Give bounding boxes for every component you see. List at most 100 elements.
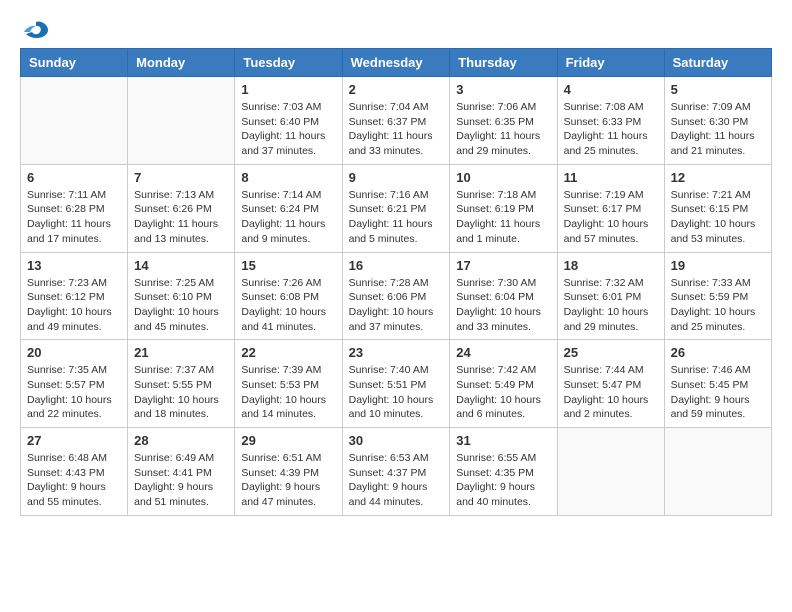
calendar-cell: 31 Sunrise: 6:55 AM Sunset: 4:35 PM Dayli… xyxy=(450,428,557,516)
day-info: Sunrise: 7:25 AM Sunset: 6:10 PM Dayligh… xyxy=(134,276,228,335)
day-number: 12 xyxy=(671,170,765,185)
calendar-cell: 29 Sunrise: 6:51 AM Sunset: 4:39 PM Dayli… xyxy=(235,428,342,516)
day-info: Sunrise: 6:55 AM Sunset: 4:35 PM Dayligh… xyxy=(456,451,550,510)
day-number: 26 xyxy=(671,345,765,360)
calendar-cell: 3 Sunrise: 7:06 AM Sunset: 6:35 PM Daylig… xyxy=(450,77,557,165)
logo xyxy=(20,20,50,38)
day-info: Sunrise: 7:42 AM Sunset: 5:49 PM Dayligh… xyxy=(456,363,550,422)
day-info: Sunrise: 6:48 AM Sunset: 4:43 PM Dayligh… xyxy=(27,451,121,510)
day-number: 21 xyxy=(134,345,228,360)
day-number: 20 xyxy=(27,345,121,360)
calendar-cell: 21 Sunrise: 7:37 AM Sunset: 5:55 PM Dayli… xyxy=(128,340,235,428)
weekday-sunday: Sunday xyxy=(21,49,128,77)
calendar-cell: 18 Sunrise: 7:32 AM Sunset: 6:01 PM Dayli… xyxy=(557,252,664,340)
day-info: Sunrise: 7:09 AM Sunset: 6:30 PM Dayligh… xyxy=(671,100,765,159)
weekday-saturday: Saturday xyxy=(664,49,771,77)
day-info: Sunrise: 7:35 AM Sunset: 5:57 PM Dayligh… xyxy=(27,363,121,422)
weekday-header-row: SundayMondayTuesdayWednesdayThursdayFrid… xyxy=(21,49,772,77)
calendar-cell xyxy=(21,77,128,165)
week-row-4: 20 Sunrise: 7:35 AM Sunset: 5:57 PM Dayli… xyxy=(21,340,772,428)
week-row-2: 6Sunrise: 7:11 AM Sunset: 6:28 PM Daylig… xyxy=(21,164,772,252)
day-number: 29 xyxy=(241,433,335,448)
calendar-cell: 5 Sunrise: 7:09 AM Sunset: 6:30 PM Daylig… xyxy=(664,77,771,165)
calendar-cell: 19 Sunrise: 7:33 AM Sunset: 5:59 PM Dayli… xyxy=(664,252,771,340)
calendar-cell: 1Sunrise: 7:03 AM Sunset: 6:40 PM Daylig… xyxy=(235,77,342,165)
day-info: Sunrise: 7:40 AM Sunset: 5:51 PM Dayligh… xyxy=(349,363,444,422)
day-number: 7 xyxy=(134,170,228,185)
day-number: 19 xyxy=(671,258,765,273)
day-info: Sunrise: 7:32 AM Sunset: 6:01 PM Dayligh… xyxy=(564,276,658,335)
calendar-cell: 8 Sunrise: 7:14 AM Sunset: 6:24 PM Daylig… xyxy=(235,164,342,252)
day-number: 13 xyxy=(27,258,121,273)
day-number: 1 xyxy=(241,82,335,97)
week-row-1: 1Sunrise: 7:03 AM Sunset: 6:40 PM Daylig… xyxy=(21,77,772,165)
day-info: Sunrise: 7:08 AM Sunset: 6:33 PM Dayligh… xyxy=(564,100,658,159)
weekday-monday: Monday xyxy=(128,49,235,77)
calendar-cell: 12 Sunrise: 7:21 AM Sunset: 6:15 PM Dayli… xyxy=(664,164,771,252)
day-info: Sunrise: 7:04 AM Sunset: 6:37 PM Dayligh… xyxy=(349,100,444,159)
calendar-cell: 27 Sunrise: 6:48 AM Sunset: 4:43 PM Dayli… xyxy=(21,428,128,516)
day-info: Sunrise: 7:19 AM Sunset: 6:17 PM Dayligh… xyxy=(564,188,658,247)
day-number: 15 xyxy=(241,258,335,273)
calendar-cell: 6Sunrise: 7:11 AM Sunset: 6:28 PM Daylig… xyxy=(21,164,128,252)
day-number: 3 xyxy=(456,82,550,97)
day-info: Sunrise: 7:28 AM Sunset: 6:06 PM Dayligh… xyxy=(349,276,444,335)
calendar-cell: 23 Sunrise: 7:40 AM Sunset: 5:51 PM Dayli… xyxy=(342,340,450,428)
day-number: 23 xyxy=(349,345,444,360)
day-number: 28 xyxy=(134,433,228,448)
day-info: Sunrise: 7:14 AM Sunset: 6:24 PM Dayligh… xyxy=(241,188,335,247)
calendar-cell: 26Sunrise: 7:46 AM Sunset: 5:45 PM Dayli… xyxy=(664,340,771,428)
day-number: 27 xyxy=(27,433,121,448)
calendar-cell: 10 Sunrise: 7:18 AM Sunset: 6:19 PM Dayli… xyxy=(450,164,557,252)
day-info: Sunrise: 7:33 AM Sunset: 5:59 PM Dayligh… xyxy=(671,276,765,335)
day-number: 4 xyxy=(564,82,658,97)
week-row-3: 13 Sunrise: 7:23 AM Sunset: 6:12 PM Dayli… xyxy=(21,252,772,340)
day-number: 8 xyxy=(241,170,335,185)
day-info: Sunrise: 7:18 AM Sunset: 6:19 PM Dayligh… xyxy=(456,188,550,247)
day-info: Sunrise: 6:51 AM Sunset: 4:39 PM Dayligh… xyxy=(241,451,335,510)
day-number: 14 xyxy=(134,258,228,273)
day-info: Sunrise: 7:16 AM Sunset: 6:21 PM Dayligh… xyxy=(349,188,444,247)
calendar-cell: 9Sunrise: 7:16 AM Sunset: 6:21 PM Daylig… xyxy=(342,164,450,252)
weekday-thursday: Thursday xyxy=(450,49,557,77)
day-info: Sunrise: 7:37 AM Sunset: 5:55 PM Dayligh… xyxy=(134,363,228,422)
day-number: 17 xyxy=(456,258,550,273)
day-info: Sunrise: 7:26 AM Sunset: 6:08 PM Dayligh… xyxy=(241,276,335,335)
calendar-cell: 7Sunrise: 7:13 AM Sunset: 6:26 PM Daylig… xyxy=(128,164,235,252)
day-info: Sunrise: 7:39 AM Sunset: 5:53 PM Dayligh… xyxy=(241,363,335,422)
day-info: Sunrise: 7:23 AM Sunset: 6:12 PM Dayligh… xyxy=(27,276,121,335)
calendar-table: SundayMondayTuesdayWednesdayThursdayFrid… xyxy=(20,48,772,516)
calendar-cell: 2Sunrise: 7:04 AM Sunset: 6:37 PM Daylig… xyxy=(342,77,450,165)
calendar-cell xyxy=(664,428,771,516)
day-number: 22 xyxy=(241,345,335,360)
day-number: 6 xyxy=(27,170,121,185)
day-info: Sunrise: 7:44 AM Sunset: 5:47 PM Dayligh… xyxy=(564,363,658,422)
day-number: 30 xyxy=(349,433,444,448)
day-number: 10 xyxy=(456,170,550,185)
calendar-cell: 24Sunrise: 7:42 AM Sunset: 5:49 PM Dayli… xyxy=(450,340,557,428)
weekday-friday: Friday xyxy=(557,49,664,77)
calendar-cell: 20 Sunrise: 7:35 AM Sunset: 5:57 PM Dayli… xyxy=(21,340,128,428)
calendar-cell: 14 Sunrise: 7:25 AM Sunset: 6:10 PM Dayli… xyxy=(128,252,235,340)
calendar-cell: 17Sunrise: 7:30 AM Sunset: 6:04 PM Dayli… xyxy=(450,252,557,340)
day-info: Sunrise: 6:49 AM Sunset: 4:41 PM Dayligh… xyxy=(134,451,228,510)
day-number: 16 xyxy=(349,258,444,273)
calendar-cell: 28 Sunrise: 6:49 AM Sunset: 4:41 PM Dayli… xyxy=(128,428,235,516)
calendar-cell xyxy=(557,428,664,516)
day-number: 11 xyxy=(564,170,658,185)
calendar-cell: 30Sunrise: 6:53 AM Sunset: 4:37 PM Dayli… xyxy=(342,428,450,516)
calendar-cell: 11 Sunrise: 7:19 AM Sunset: 6:17 PM Dayli… xyxy=(557,164,664,252)
calendar-cell: 4 Sunrise: 7:08 AM Sunset: 6:33 PM Daylig… xyxy=(557,77,664,165)
day-number: 25 xyxy=(564,345,658,360)
calendar-cell: 22 Sunrise: 7:39 AM Sunset: 5:53 PM Dayli… xyxy=(235,340,342,428)
weekday-tuesday: Tuesday xyxy=(235,49,342,77)
day-number: 31 xyxy=(456,433,550,448)
day-info: Sunrise: 7:21 AM Sunset: 6:15 PM Dayligh… xyxy=(671,188,765,247)
week-row-5: 27 Sunrise: 6:48 AM Sunset: 4:43 PM Dayli… xyxy=(21,428,772,516)
weekday-wednesday: Wednesday xyxy=(342,49,450,77)
day-number: 18 xyxy=(564,258,658,273)
day-info: Sunrise: 7:06 AM Sunset: 6:35 PM Dayligh… xyxy=(456,100,550,159)
calendar-cell: 16 Sunrise: 7:28 AM Sunset: 6:06 PM Dayli… xyxy=(342,252,450,340)
day-number: 5 xyxy=(671,82,765,97)
page-header xyxy=(20,20,772,38)
